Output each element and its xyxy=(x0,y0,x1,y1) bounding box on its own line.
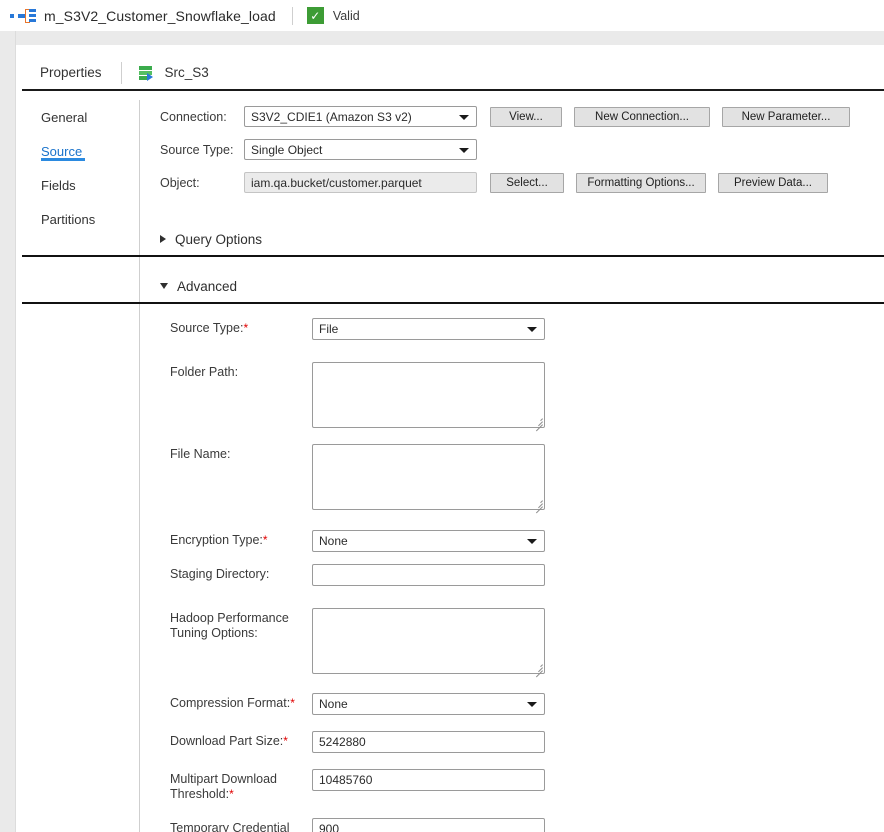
advanced-download-part-size-input[interactable] xyxy=(312,731,545,753)
advanced-label-multipart-download-threshold: Multipart Download Threshold:* xyxy=(170,772,277,801)
titlebar: m_S3V2_Customer_Snowflake_load ✓ Valid xyxy=(0,0,884,31)
advanced-folder-path-textarea[interactable] xyxy=(312,362,545,428)
advanced-temporary-credential-duration-input[interactable] xyxy=(312,818,545,832)
check-icon: ✓ xyxy=(306,7,324,24)
status-label: Valid xyxy=(332,8,360,23)
sidebar-item-general[interactable]: General xyxy=(22,100,139,134)
connection-label: Connection: xyxy=(160,109,227,124)
advanced-compression-format-wrap xyxy=(312,693,545,715)
advanced-row-file-name: File Name: xyxy=(170,444,884,514)
source-type-select-wrap xyxy=(244,139,477,160)
section-label: Query Options xyxy=(175,231,263,247)
advanced-row-hadoop-tuning-options: Hadoop Performance Tuning Options: xyxy=(170,608,884,678)
advanced-label-hadoop-tuning-options: Hadoop Performance Tuning Options: xyxy=(170,611,289,640)
section-rule-advanced xyxy=(22,302,884,304)
advanced-staging-directory-input[interactable] xyxy=(312,564,545,586)
tab-bar: Properties Src_S3 xyxy=(22,56,884,89)
source-type-row: Source Type: xyxy=(160,133,884,166)
advanced-label-folder-path: Folder Path: xyxy=(170,365,239,379)
preview-data-button[interactable]: Preview Data... xyxy=(718,172,828,193)
advanced-hadoop-tuning-options-textarea[interactable] xyxy=(312,608,545,674)
connection-row: Connection: View... New Connection... Ne… xyxy=(160,100,884,133)
tab-separator xyxy=(120,61,122,84)
connection-select[interactable] xyxy=(244,106,477,127)
tab-properties[interactable]: Properties xyxy=(38,65,104,80)
section-rule-query-options xyxy=(22,255,884,257)
advanced-row-temporary-credential-duration: Temporary Credential Duration: xyxy=(170,818,884,832)
source-type-select[interactable] xyxy=(244,139,477,160)
advanced-label-compression-format: Compression Format:* xyxy=(170,696,295,710)
advanced-row-encryption-type: Encryption Type:* xyxy=(170,530,884,552)
object-row: Object: Select... Formatting Options... … xyxy=(160,166,884,199)
section-advanced[interactable]: Advanced xyxy=(0,271,884,301)
advanced-encryption-type-wrap xyxy=(312,530,545,552)
advanced-compression-format-select[interactable] xyxy=(312,693,545,715)
advanced-multipart-download-threshold-input[interactable] xyxy=(312,769,545,791)
advanced-label-download-part-size: Download Part Size:* xyxy=(170,734,288,748)
advanced-row-staging-directory: Staging Directory: xyxy=(170,564,884,586)
advanced-hadoop-tuning-options-wrap xyxy=(312,608,545,678)
advanced-form: Source Type:* Folder Path: File Name: xyxy=(170,318,884,832)
advanced-file-name-textarea[interactable] xyxy=(312,444,545,510)
new-parameter-button[interactable]: New Parameter... xyxy=(722,106,850,127)
advanced-label-encryption-type: Encryption Type:* xyxy=(170,533,268,547)
required-marker: * xyxy=(229,787,234,801)
new-connection-button[interactable]: New Connection... xyxy=(574,106,710,127)
sidebar-item-label: Fields xyxy=(41,177,76,193)
triangle-down-icon xyxy=(160,283,168,289)
advanced-source-type-wrap xyxy=(312,318,545,340)
required-marker: * xyxy=(283,734,288,748)
object-field xyxy=(244,172,477,193)
status-badge: ✓ Valid xyxy=(306,7,360,24)
formatting-options-button[interactable]: Formatting Options... xyxy=(576,172,706,193)
source-form: Connection: View... New Connection... Ne… xyxy=(160,100,884,199)
window-left-strip xyxy=(0,31,16,832)
tab-src-s3[interactable]: Src_S3 xyxy=(163,65,211,80)
title-separator xyxy=(291,6,293,25)
required-marker: * xyxy=(243,321,249,335)
advanced-encryption-type-select[interactable] xyxy=(312,530,545,552)
section-label: Advanced xyxy=(177,278,238,294)
window-top-strip xyxy=(0,31,884,45)
object-label: Object: xyxy=(160,175,200,190)
advanced-row-compression-format: Compression Format:* xyxy=(170,693,884,715)
tab-bar-rule xyxy=(22,89,884,91)
sidebar-item-label: Source xyxy=(41,143,83,159)
advanced-row-source-type: Source Type:* xyxy=(170,318,884,340)
advanced-label-file-name: File Name: xyxy=(170,447,231,461)
page-title: m_S3V2_Customer_Snowflake_load xyxy=(44,7,276,24)
advanced-label-temporary-credential-duration: Temporary Credential Duration: xyxy=(170,821,290,832)
sidebar-divider xyxy=(139,100,140,832)
sidebar-item-source[interactable]: Source xyxy=(22,134,139,168)
mapping-icon xyxy=(10,8,36,24)
advanced-folder-path-wrap xyxy=(312,362,545,432)
section-header-advanced[interactable]: Advanced xyxy=(0,271,884,301)
advanced-row-multipart-download-threshold: Multipart Download Threshold:* xyxy=(170,769,884,802)
properties-panel: m_S3V2_Customer_Snowflake_load ✓ Valid P… xyxy=(0,0,884,832)
advanced-row-download-part-size: Download Part Size:* xyxy=(170,731,884,753)
sidebar-item-label: General xyxy=(41,109,88,125)
triangle-right-icon xyxy=(160,235,166,243)
view-connection-button[interactable]: View... xyxy=(490,106,562,127)
required-marker: * xyxy=(290,696,295,710)
sidebar-item-fields[interactable]: Fields xyxy=(22,168,139,202)
section-header-query-options[interactable]: Query Options xyxy=(0,224,884,254)
advanced-source-type-select[interactable] xyxy=(312,318,545,340)
advanced-label-source-type: Source Type:* xyxy=(170,321,249,335)
connection-select-wrap xyxy=(244,106,477,127)
advanced-file-name-wrap xyxy=(312,444,545,514)
sidebar-active-indicator xyxy=(41,158,85,161)
select-object-button[interactable]: Select... xyxy=(490,172,564,193)
advanced-row-folder-path: Folder Path: xyxy=(170,362,884,432)
sidebar: General Source Fields Partitions xyxy=(22,100,139,236)
source-object-icon xyxy=(138,65,154,81)
advanced-label-staging-directory: Staging Directory: xyxy=(170,567,270,581)
source-type-label: Source Type: xyxy=(160,142,234,157)
section-query-options[interactable]: Query Options xyxy=(0,224,884,254)
required-marker: * xyxy=(262,533,268,547)
